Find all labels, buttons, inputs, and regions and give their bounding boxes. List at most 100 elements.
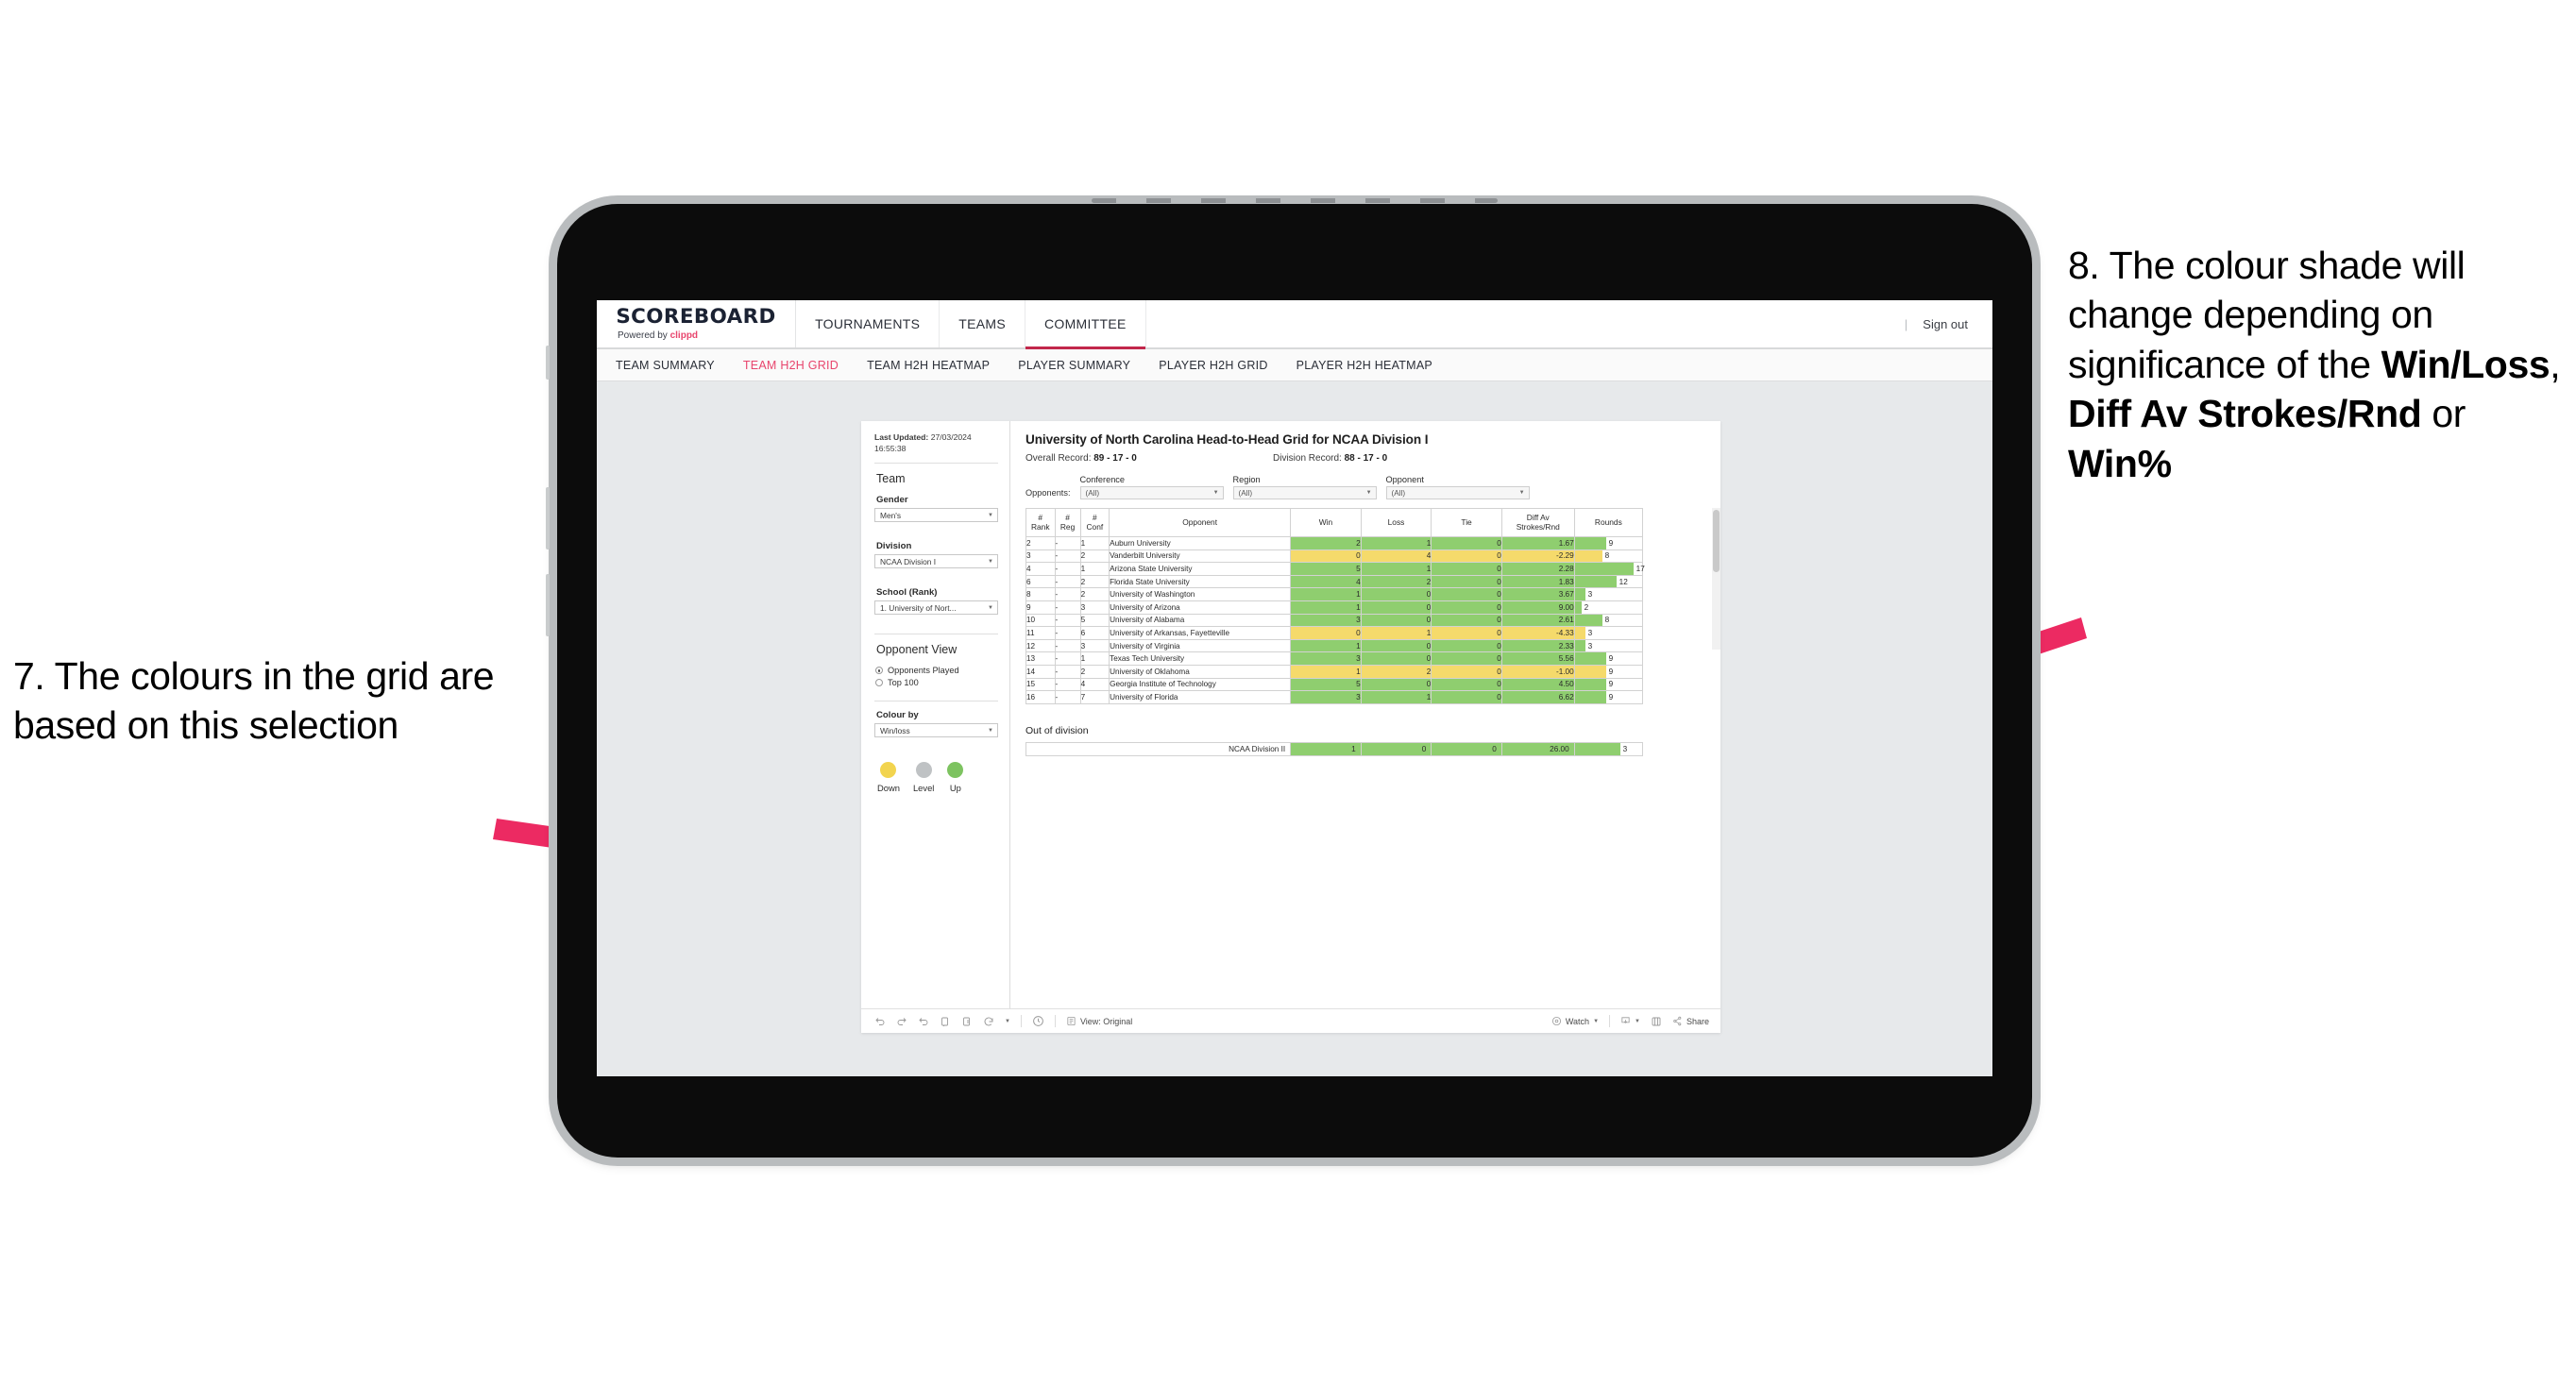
cell-tie: 0 [1431,549,1502,564]
nav-item-teams[interactable]: TEAMS [940,300,1025,347]
redo-icon[interactable] [896,1016,907,1027]
th-opponent[interactable]: Opponent [1109,508,1292,537]
table-row[interactable]: 2-1 Auburn University 2 1 0 1.67 9 [1025,536,1644,550]
cell-rounds: 9 [1573,664,1644,679]
table-row[interactable]: 11-6 University of Arkansas, Fayetteville… [1025,626,1644,640]
cell-loss: 2 [1360,574,1432,589]
th-win[interactable]: Win [1290,508,1362,537]
colour-by-label: Colour by [876,710,919,721]
subnav-item-player-h2h-heatmap[interactable]: PLAYER H2H HEATMAP [1296,359,1432,372]
download-button[interactable]: ▼ [1620,1016,1640,1026]
cell-opponent: Florida State University [1109,574,1292,589]
subnav-item-team-summary[interactable]: TEAM SUMMARY [616,359,715,372]
h2h-table-body: 2-1 Auburn University 2 1 0 1.67 9 3-2 Vanderbil… [1025,536,1645,704]
alerts-icon[interactable] [1032,1015,1044,1027]
table-row[interactable]: 9-3 University of Arizona 1 0 0 9.00 2 [1025,600,1644,615]
share-icon [1672,1016,1683,1026]
watch-button[interactable]: Watch ▼ [1551,1016,1599,1026]
table-row[interactable]: 12-3 University of Virginia 1 0 0 2.33 3 [1025,638,1644,653]
cell-rank: 12 [1025,638,1056,653]
secondary-nav: TEAM SUMMARY TEAM H2H GRID TEAM H2H HEAT… [597,349,1992,381]
chevron-down-icon[interactable]: ▼ [1005,1019,1010,1024]
share-label: Share [1686,1016,1709,1026]
subnav-item-team-h2h-grid[interactable]: TEAM H2H GRID [743,359,839,372]
cell-rank: 4 [1025,562,1056,576]
region-select[interactable]: (All) ▼ [1232,486,1377,499]
region-label: Region [1232,475,1261,484]
th-reg[interactable]: # Reg [1054,508,1081,537]
cell-diff: 1.67 [1500,536,1575,550]
rounds-bar [1574,691,1606,703]
view-original-button[interactable]: View: Original [1066,1016,1132,1026]
th-rank[interactable]: # Rank [1025,508,1056,537]
download-icon [1620,1016,1631,1026]
cell-conf: 1 [1079,651,1110,666]
th-loss[interactable]: Loss [1360,508,1432,537]
legend-label-up: Up [949,783,961,794]
cell-loss: 0 [1360,677,1432,692]
refresh-icon[interactable] [940,1016,951,1027]
rounds-value: 9 [1608,680,1614,689]
replay-icon[interactable] [983,1016,994,1027]
table-scrollbar[interactable] [1712,508,1720,650]
division-select[interactable]: NCAA Division I ▼ [874,554,998,569]
opponent-select[interactable]: (All) ▼ [1385,486,1530,499]
cell-diff: -1.00 [1500,664,1575,679]
colour-by-select[interactable]: Win/loss ▼ [874,723,998,738]
conference-select[interactable]: (All) ▼ [1079,486,1224,499]
th-conf[interactable]: # Conf [1079,508,1110,537]
gender-select[interactable]: Men's ▼ [874,508,998,523]
rounds-bar [1574,678,1606,691]
cell-rank: 13 [1025,651,1056,666]
table-row[interactable]: 3-2 Vanderbilt University 0 4 0 -2.29 8 [1025,549,1644,564]
table-scrollbar-thumb[interactable] [1713,510,1720,572]
undo-icon[interactable] [874,1016,886,1027]
out-of-division-row[interactable]: NCAA Division II 1 0 0 26.00 3 [1025,741,1644,756]
sign-out-link[interactable]: Sign out [1923,317,1968,331]
pause-icon[interactable] [961,1016,973,1027]
opponents-label: Opponents: [1025,488,1071,498]
table-row[interactable]: 4-1 Arizona State University 5 1 0 2.28 17 [1025,562,1645,576]
radio-top-100[interactable]: Top 100 [875,678,998,687]
table-row[interactable]: 14-2 University of Oklahoma 1 2 0 -1.00 9 [1025,664,1644,679]
subnav-item-player-summary[interactable]: PLAYER SUMMARY [1018,359,1130,372]
cell-loss: 1 [1360,536,1432,550]
cell-conf: 7 [1079,690,1110,704]
revert-icon[interactable] [918,1016,929,1027]
th-reg-l1: # [1065,512,1070,522]
table-row[interactable]: 6-2 Florida State University 4 2 0 1.83 12 [1025,574,1644,589]
th-diff[interactable]: Diff Av Strokes/Rnd [1500,508,1575,537]
th-conf-l2: Conf [1086,521,1104,532]
cell-rank: 16 [1025,690,1056,704]
rounds-value: 9 [1608,667,1614,676]
cell-conf: 2 [1079,574,1110,589]
gender-label: Gender [876,495,908,506]
table-row[interactable]: 15-4 Georgia Institute of Technology 5 0 0 4.… [1025,677,1644,692]
fullscreen-icon[interactable] [1651,1016,1662,1027]
table-row[interactable]: 8-2 University of Washington 1 0 0 3.67 3 [1025,587,1644,601]
table-row[interactable]: 13-1 Texas Tech University 3 0 0 5.56 9 [1025,651,1644,666]
subnav-item-player-h2h-grid[interactable]: PLAYER H2H GRID [1159,359,1267,372]
cell-opponent: Texas Tech University [1109,651,1292,666]
nav-item-committee[interactable]: COMMITTEE [1025,300,1146,349]
out-of-division-label: Out of division [1025,724,1089,736]
division-record-label: Division Record: [1273,453,1345,464]
cell-reg: - [1054,549,1081,564]
out-of-division-body: NCAA Division II 1 0 0 26.00 3 [1025,741,1644,756]
cell-tie: 0 [1431,600,1502,615]
table-row[interactable]: 10-5 University of Alabama 3 0 0 2.61 8 [1025,613,1644,628]
subnav-item-team-h2h-heatmap[interactable]: TEAM H2H HEATMAP [867,359,990,372]
cell-loss: 1 [1360,562,1432,576]
school-select[interactable]: 1. University of Nort... ▼ [874,600,998,616]
rounds-value: 8 [1604,616,1610,625]
brand-logo[interactable]: SCOREBOARD Powered by clippd [597,300,797,347]
share-button[interactable]: Share [1672,1016,1709,1026]
radio-opponents-played[interactable]: Opponents Played [875,666,998,675]
cell-reg: - [1054,600,1081,615]
legend-item-down: Down [877,762,900,793]
watch-label: Watch [1565,1016,1590,1026]
th-tie[interactable]: Tie [1431,508,1502,537]
nav-item-tournaments[interactable]: TOURNAMENTS [796,300,941,347]
table-row[interactable]: 16-7 University of Florida 3 1 0 6.62 9 [1025,690,1644,704]
th-rounds[interactable]: Rounds [1573,508,1644,537]
